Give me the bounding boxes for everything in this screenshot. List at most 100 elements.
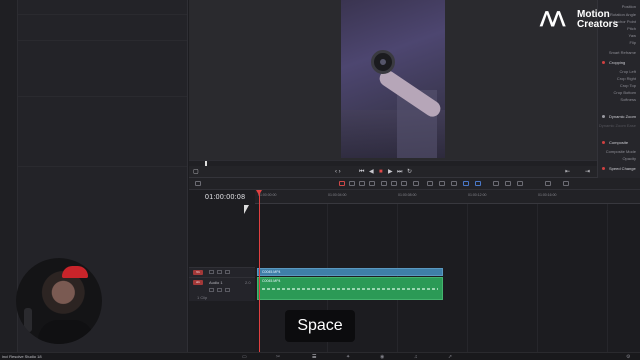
- clip-name: C0045.MP4: [262, 279, 281, 283]
- composite-title: Composite: [609, 140, 629, 145]
- lock-icon[interactable]: [439, 181, 445, 186]
- viewer-options-icon[interactable]: ▢: [193, 168, 199, 176]
- crop-right-item[interactable]: Crop Right: [617, 76, 636, 81]
- page-navigation-bar: inci Resolve Studio 18 ▭ ✂ ☰ ✦ ◉ ♫ ➚ ⚙: [0, 352, 640, 360]
- track-id-badge: A1: [193, 280, 203, 285]
- motion-creators-logo: ᐱᐱ Motion Creators: [540, 8, 636, 32]
- dynamic-zoom-section[interactable]: Dynamic Zoom: [602, 114, 636, 119]
- link-icon[interactable]: [427, 181, 433, 186]
- play-icon[interactable]: ▶: [388, 168, 393, 176]
- camera-lens: [371, 50, 395, 74]
- app-name: inci Resolve Studio 18: [2, 354, 42, 359]
- overwrite-icon[interactable]: [391, 181, 397, 186]
- audio-track-header[interactable]: A1 Audio 1 2.0 1 Clip: [189, 277, 255, 301]
- timeline-ruler[interactable]: 01:00:00:00 01:00:04:00 01:00:08:00 01:0…: [255, 190, 640, 204]
- color-page-icon[interactable]: ◉: [380, 354, 384, 360]
- cropping-title: Cropping: [609, 60, 626, 65]
- smart-reframe-item[interactable]: Smart Reframe: [609, 50, 636, 55]
- audio-track-name: Audio 1: [209, 280, 223, 285]
- toggle-dot-icon[interactable]: [602, 167, 605, 170]
- zoom-full-icon[interactable]: [493, 181, 499, 186]
- settings-gear-icon[interactable]: ⚙: [626, 354, 630, 360]
- ruler-tick-label: 01:00:16:00: [538, 193, 557, 197]
- clip-name: C0045.MP4: [262, 270, 281, 274]
- presenter-cap: [62, 266, 88, 278]
- loop-icon[interactable]: ↻: [407, 168, 412, 176]
- flag-icon[interactable]: [463, 181, 469, 186]
- timeline-view-icon[interactable]: [195, 181, 201, 186]
- go-to-end-icon[interactable]: ⏭: [397, 168, 402, 176]
- media-page-icon[interactable]: ▭: [242, 354, 247, 360]
- toggle-dot-icon[interactable]: [602, 115, 605, 118]
- dynamic-zoom-ease-item[interactable]: Dynamic Zoom Ease: [599, 123, 636, 128]
- media-pool-divider: [18, 96, 187, 97]
- softness-item[interactable]: Softness: [620, 97, 636, 102]
- composite-section[interactable]: Composite: [602, 140, 628, 145]
- insert-icon[interactable]: [381, 181, 387, 186]
- fairlight-page-icon[interactable]: ♫: [414, 354, 418, 360]
- mouse-cursor-icon: [244, 205, 249, 214]
- stop-icon[interactable]: ■: [379, 168, 383, 176]
- deliver-page-icon[interactable]: ➚: [448, 354, 452, 360]
- source-viewer[interactable]: [189, 0, 597, 160]
- selection-icon[interactable]: [339, 181, 345, 186]
- audio-track-level: 2.0: [245, 280, 251, 285]
- transport-controls: ▢ ‹ › ⏮ ◀ ■ ▶ ⏭ ↻ ⇤ ⇥: [189, 166, 597, 178]
- video-clip[interactable]: C0045.MP4: [257, 268, 443, 276]
- media-pool-divider: [18, 40, 187, 41]
- audio-icon[interactable]: ‹ ›: [335, 168, 341, 176]
- replace-icon[interactable]: [401, 181, 407, 186]
- cut-page-icon[interactable]: ✂: [276, 354, 280, 360]
- logo-line2: Creators: [577, 19, 619, 30]
- media-pool-divider: [18, 166, 187, 167]
- crop-top-item[interactable]: Crop Top: [620, 83, 636, 88]
- blade-icon[interactable]: [369, 181, 375, 186]
- crop-left-item[interactable]: Crop Left: [620, 69, 636, 74]
- speed-change-section[interactable]: Speed Change: [602, 166, 636, 171]
- logo-mark-icon: ᐱᐱ: [540, 9, 565, 31]
- snap-icon[interactable]: [413, 181, 419, 186]
- cropping-section[interactable]: Cropping: [602, 60, 625, 65]
- timeline-timecode[interactable]: 01:00:00:08: [205, 194, 245, 201]
- video-frame: [341, 0, 445, 158]
- lock-track-icon[interactable]: [209, 288, 214, 292]
- crop-bottom-item[interactable]: Crop Bottom: [614, 90, 636, 95]
- opacity-item[interactable]: Opacity: [622, 156, 636, 161]
- gridline: [607, 204, 608, 352]
- composite-mode-item[interactable]: Composite Mode: [606, 149, 636, 154]
- fusion-page-icon[interactable]: ✦: [346, 354, 350, 360]
- trim-icon[interactable]: [349, 181, 355, 186]
- inspector-item[interactable]: Flip: [630, 40, 636, 45]
- media-pool-divider: [18, 14, 187, 15]
- position-lock-icon[interactable]: [451, 181, 457, 186]
- video-track-header[interactable]: V1: [189, 267, 255, 277]
- marker-icon[interactable]: [475, 181, 481, 186]
- solo-icon[interactable]: [217, 288, 222, 292]
- presenter-shirt: [38, 320, 94, 344]
- out-icon[interactable]: ⇥: [585, 168, 590, 176]
- playhead-handle[interactable]: [256, 190, 262, 195]
- toggle-dot-icon[interactable]: [602, 61, 605, 64]
- speed-change-title: Speed Change: [609, 166, 636, 171]
- mute-icon[interactable]: [225, 288, 230, 292]
- gridline: [537, 204, 538, 352]
- ruler-tick-label: 01:00:04:00: [328, 193, 347, 197]
- play-reverse-icon[interactable]: ◀: [369, 168, 374, 176]
- go-to-start-icon[interactable]: ⏮: [359, 168, 364, 176]
- toggle-dot-icon[interactable]: [602, 141, 605, 144]
- edit-page-icon[interactable]: ☰: [312, 354, 316, 360]
- lock-track-icon[interactable]: [209, 270, 214, 274]
- match-frame-icon[interactable]: ⇤: [565, 168, 570, 176]
- timeline-toolbar: [189, 178, 640, 190]
- visibility-icon[interactable]: [225, 270, 230, 274]
- zoom-detail-icon[interactable]: [505, 181, 511, 186]
- audio-clip[interactable]: C0045.MP4: [257, 277, 443, 300]
- inspector-item[interactable]: Yaw: [629, 33, 636, 38]
- auto-select-icon[interactable]: [217, 270, 222, 274]
- playhead[interactable]: [259, 190, 260, 352]
- dynamic-trim-icon[interactable]: [359, 181, 365, 186]
- microphone-icon: [24, 308, 32, 332]
- add-track-icon[interactable]: [563, 181, 569, 186]
- zoom-custom-icon[interactable]: [517, 181, 523, 186]
- zoom-slider-icon[interactable]: [545, 181, 551, 186]
